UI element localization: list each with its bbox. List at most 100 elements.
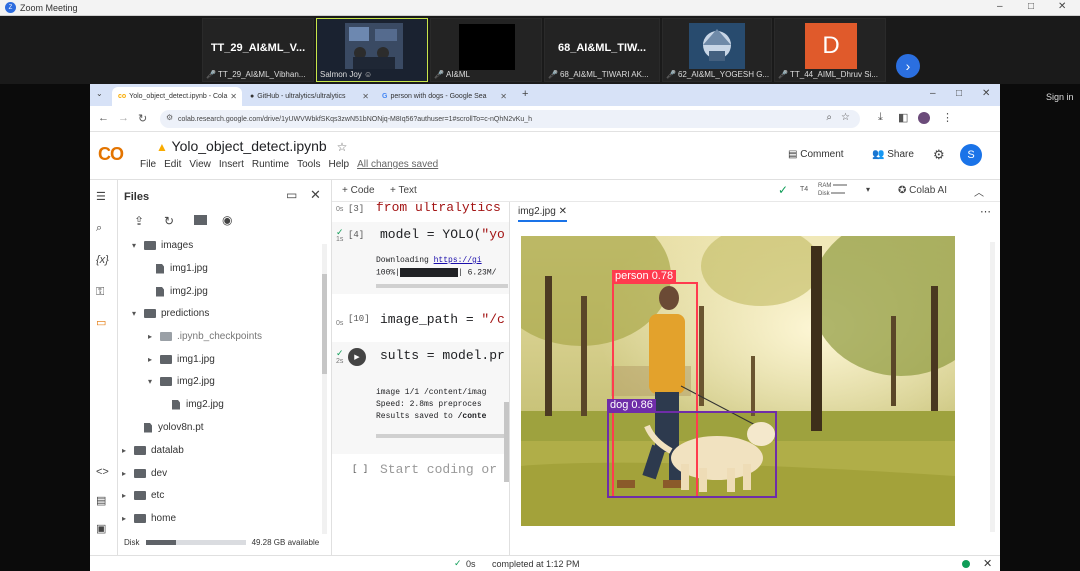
- close-tab-icon[interactable]: ✕: [500, 92, 507, 101]
- next-page-button[interactable]: ›: [896, 54, 920, 78]
- open-in-tab-icon[interactable]: ▭: [286, 188, 297, 202]
- tree-file-img2[interactable]: img2.jpg: [156, 286, 208, 297]
- participant-tile[interactable]: 🎤 62_AI&ML_YOGESH G...: [662, 18, 772, 82]
- code-cell-model[interactable]: ✓ 1s [4] model = YOLO("yo Downloading ht…: [332, 222, 509, 294]
- minimize-icon[interactable]: –: [930, 88, 936, 99]
- variables-icon[interactable]: {x}: [96, 254, 109, 266]
- cell-code-imports[interactable]: from ultralytics: [376, 202, 501, 215]
- tree-folder-img1[interactable]: ▸ img1.jpg: [148, 354, 215, 365]
- participant-tile[interactable]: D 🎤 TT_44_AIML_Dhruv Si...: [774, 18, 886, 82]
- status-text: completed at 1:12 PM: [492, 559, 580, 569]
- terminal-icon[interactable]: ▣: [96, 522, 106, 535]
- close-icon[interactable]: ✕: [1058, 1, 1066, 12]
- sign-in-link[interactable]: Sign in: [1046, 92, 1074, 102]
- tree-folder-img2[interactable]: ▾ img2.jpg: [148, 376, 215, 387]
- forward-icon[interactable]: →: [118, 112, 129, 124]
- output-scrollbar[interactable]: [376, 434, 508, 438]
- run-cell-button[interactable]: ▶: [348, 348, 366, 366]
- notebook-title[interactable]: ▲ Yolo_object_detect.ipynb ☆: [156, 138, 347, 154]
- tree-folder-datalab[interactable]: ▸ datalab: [122, 445, 184, 456]
- menu-insert[interactable]: Insert: [219, 159, 244, 170]
- tree-folder-predictions[interactable]: ▾ predictions: [132, 308, 209, 319]
- tree-folder-home[interactable]: ▸ home: [122, 513, 176, 524]
- menu-file[interactable]: File: [140, 159, 156, 170]
- command-palette-icon[interactable]: ▤: [96, 494, 106, 507]
- bookmark-star-icon[interactable]: ☆: [841, 112, 850, 123]
- participant-tile[interactable]: TT_29_AI&ML_V... 🎤 TT_29_AI&ML_Vibhan...: [202, 18, 314, 82]
- tree-folder-dev[interactable]: ▸ dev: [122, 468, 167, 479]
- more-menu-icon[interactable]: ⋮: [942, 111, 953, 124]
- close-tab-icon[interactable]: ✕: [559, 206, 567, 217]
- back-icon[interactable]: ←: [98, 112, 109, 124]
- close-tab-icon[interactable]: ✕: [362, 92, 369, 101]
- restore-icon[interactable]: □: [1028, 1, 1034, 12]
- profile-avatar[interactable]: [918, 112, 930, 124]
- secrets-key-icon[interactable]: ⚿: [96, 286, 104, 299]
- refresh-icon[interactable]: ↻: [164, 214, 174, 228]
- settings-gear-icon[interactable]: ⚙: [933, 147, 945, 163]
- tab-search-icon[interactable]: ⌄: [96, 89, 103, 98]
- tree-folder-images[interactable]: ▾ images: [132, 240, 193, 251]
- restore-icon[interactable]: □: [956, 88, 962, 99]
- url-input[interactable]: ⚙ colab.research.google.com/drive/1yUWVW…: [160, 110, 860, 128]
- add-text-button[interactable]: + Text: [390, 185, 417, 196]
- output-scrollbar[interactable]: [376, 284, 508, 288]
- menu-tools[interactable]: Tools: [297, 159, 320, 170]
- viewer-scrollbar[interactable]: [990, 242, 995, 532]
- image-viewer-panel: img2.jpg ✕ ⋯ person 0.78 dog 0.86: [510, 202, 1000, 555]
- tab-colab[interactable]: co Yolo_object_detect.ipynb - Cola ✕: [112, 87, 242, 106]
- participant-tile[interactable]: 🎤 AI&ML: [430, 18, 542, 82]
- account-avatar[interactable]: S: [960, 144, 982, 166]
- resource-monitor[interactable]: RAM Disk: [818, 182, 848, 198]
- code-snippets-icon[interactable]: <>: [96, 466, 109, 478]
- menu-edit[interactable]: Edit: [164, 159, 181, 170]
- show-hidden-eye-icon[interactable]: ◉: [222, 213, 232, 227]
- close-window-icon[interactable]: ✕: [982, 88, 990, 99]
- close-tab-icon[interactable]: ✕: [230, 92, 237, 101]
- files-scrollbar-thumb[interactable]: [322, 274, 327, 374]
- close-panel-icon[interactable]: ✕: [310, 187, 321, 203]
- cells-scrollbar[interactable]: [504, 402, 509, 482]
- tab-google-search[interactable]: G person with dogs - Google Sea ✕: [376, 87, 512, 106]
- image-tab[interactable]: img2.jpg ✕: [518, 206, 567, 222]
- star-icon[interactable]: ☆: [337, 140, 348, 154]
- colab-logo[interactable]: CO: [98, 144, 124, 165]
- tab-github[interactable]: ● GitHub - ultralytics/ultralytics ✕: [244, 87, 374, 106]
- side-panel-icon[interactable]: ◧: [898, 111, 908, 124]
- upload-file-icon[interactable]: ⇪: [134, 214, 144, 228]
- participant-tile[interactable]: 68_AI&ML_TIW... 🎤 68_AI&ML_TIWARI AK...: [544, 18, 660, 82]
- close-status-icon[interactable]: ✕: [983, 557, 992, 570]
- more-options-icon[interactable]: ⋯: [980, 205, 991, 218]
- comment-button[interactable]: ▤ Comment: [788, 149, 844, 160]
- download-icon[interactable]: ⤓: [878, 111, 883, 124]
- collapse-chevron-icon[interactable]: ︿: [974, 184, 984, 199]
- files-scrollbar[interactable]: [322, 244, 327, 534]
- share-button[interactable]: 👥 Share: [872, 149, 914, 160]
- save-status[interactable]: All changes saved: [357, 159, 438, 170]
- colab-ai-button[interactable]: ✪ Colab AI: [898, 185, 947, 196]
- menu-view[interactable]: View: [189, 159, 211, 170]
- reload-icon[interactable]: ↻: [138, 112, 147, 125]
- tree-file-img2-prediction[interactable]: img2.jpg: [172, 399, 224, 410]
- search-icon[interactable]: ⌕: [96, 222, 102, 235]
- folder-icon: [134, 446, 146, 455]
- tree-folder-etc[interactable]: ▸ etc: [122, 490, 164, 501]
- menu-runtime[interactable]: Runtime: [252, 159, 289, 170]
- empty-code-cell[interactable]: [ ] Start coding or: [332, 456, 509, 486]
- runtime-dropdown-icon[interactable]: ▾: [866, 185, 870, 194]
- tree-file-img1[interactable]: img1.jpg: [156, 263, 208, 274]
- new-tab-button[interactable]: +: [522, 88, 528, 100]
- code-cell-image-path[interactable]: [10] 0s image_path = "/c: [332, 310, 509, 340]
- site-info-icon[interactable]: ⚙: [166, 113, 173, 122]
- files-folder-icon[interactable]: ▭: [96, 316, 106, 329]
- tree-folder-ipynb-checkpoints[interactable]: ▸ .ipynb_checkpoints: [148, 331, 262, 342]
- table-of-contents-icon[interactable]: ☰: [96, 190, 106, 203]
- mount-drive-icon[interactable]: [194, 215, 207, 225]
- minimize-icon[interactable]: –: [997, 1, 1003, 12]
- participant-tile-active[interactable]: Salmon Joy ☺: [316, 18, 428, 82]
- tree-file-yolov8n[interactable]: yolov8n.pt: [144, 422, 204, 433]
- menu-help[interactable]: Help: [328, 159, 349, 170]
- zoom-icon[interactable]: ⌕: [826, 112, 832, 123]
- code-cell-predict[interactable]: ✓ 2s ▶ sults = model.pr image 1/1 /conte…: [332, 342, 509, 454]
- add-code-button[interactable]: + Code: [342, 185, 375, 196]
